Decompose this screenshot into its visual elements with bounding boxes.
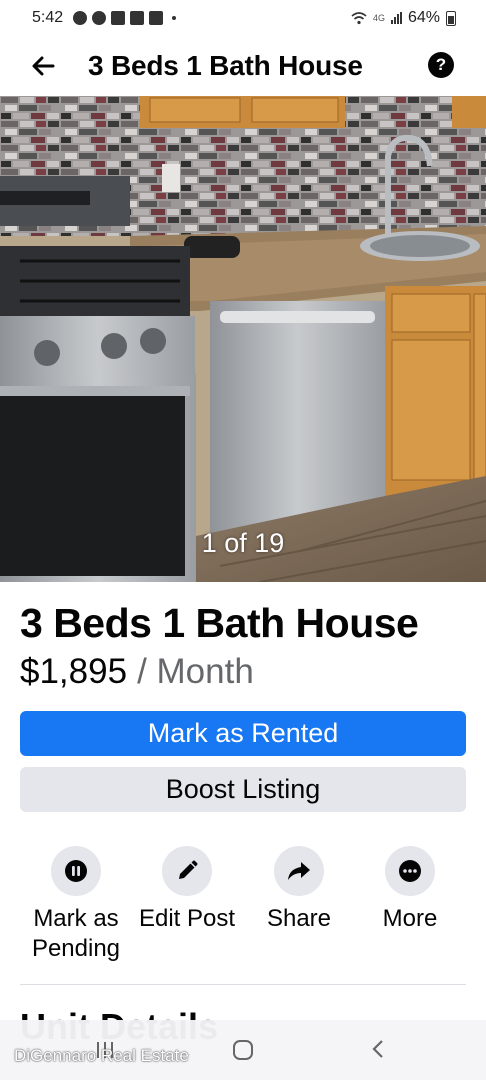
boost-listing-button[interactable]: Boost Listing [20,767,466,812]
pause-icon [65,860,87,882]
listing-photo[interactable]: 1 of 19 [0,96,486,582]
status-right: 4G 64% [351,9,456,27]
more-notifications-icon [172,16,177,20]
notification-icons [73,11,177,25]
network-type: 4G [372,13,385,23]
action-label: Share [266,905,332,932]
action-circle [274,846,324,896]
edit-post-action[interactable]: Edit Post [131,846,243,934]
action-label: More [382,905,438,932]
photo-counter: 1 of 19 [201,528,285,558]
status-time: 5:42 [32,9,64,26]
kitchen-photo [0,96,486,582]
signal-icon [390,12,402,24]
action-circle [162,846,212,896]
home-button[interactable] [233,1040,253,1060]
share-action[interactable]: Share [243,846,355,934]
system-back-button[interactable] [370,1038,386,1065]
price-period: / Month [137,652,254,691]
action-row: Mark as Pending Edit Post Share More [0,846,486,976]
back-button[interactable] [28,51,58,81]
app-header: 3 Beds 1 Bath House ? [0,36,486,96]
action-label: Mark as Pending [31,905,121,962]
chevron-left-icon [372,1040,383,1058]
status-left: 5:42 [32,9,177,27]
mark-as-rented-button[interactable]: Mark as Rented [20,711,466,756]
action-label: Edit Post [138,905,236,932]
divider [20,984,466,985]
question-circle-icon: ? [435,55,447,74]
more-action[interactable]: More [354,846,466,934]
pencil-icon [179,860,198,879]
wifi-icon [351,12,367,25]
action-circle [51,846,101,896]
share-arrow-icon [288,862,310,880]
price: $1,895 [20,652,128,691]
s-app-icon [149,11,164,25]
watermark: DiGennaro Real Estate [14,1046,189,1065]
battery-percent: 64% [407,9,440,26]
messenger-icon [73,11,88,25]
mark-as-pending-action[interactable]: Mark as Pending [20,846,132,964]
app-icon [111,11,126,25]
status-bar: 5:42 4G 64% [0,0,486,36]
help-button[interactable]: ? [428,52,454,78]
more-dots-icon [399,860,421,882]
arrow-left-icon [32,56,55,76]
battery-icon [446,10,456,26]
price-row: $1,895 / Month [20,652,254,692]
header-title: 3 Beds 1 Bath House [88,50,363,81]
listing-title: 3 Beds 1 Bath House [20,600,419,646]
action-circle [385,846,435,896]
mail-icon [130,11,145,25]
settings-icon [92,11,107,25]
